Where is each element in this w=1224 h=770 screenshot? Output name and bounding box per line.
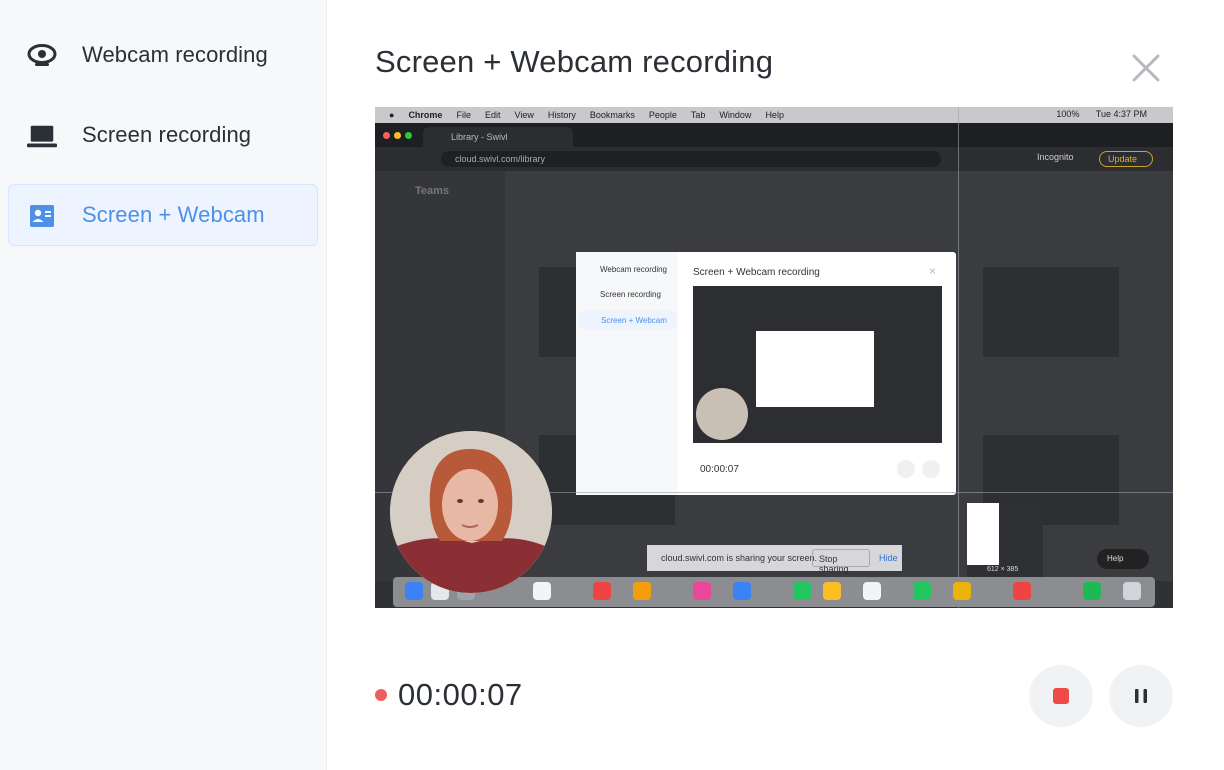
browser-addressbar: cloud.swivl.com/library Incognito Update [375, 147, 1173, 171]
mac-menubar: ● Chrome File Edit View History Bookmark… [375, 107, 1173, 123]
apple-icon: ● [389, 110, 395, 120]
sidebar-item-label: Screen + Webcam [82, 202, 265, 227]
stop-button[interactable] [1029, 665, 1093, 727]
sidebar-item-webcam-recording[interactable]: Webcam recording [8, 24, 318, 86]
webcam-bubble [390, 431, 552, 593]
url-field: cloud.swivl.com/library [441, 151, 941, 167]
recording-timer: 00:00:07 [398, 677, 523, 712]
screen-webcam-icon [27, 201, 57, 231]
help-button: Help [1097, 549, 1149, 569]
browser-tab: Library - Swivl [423, 127, 573, 147]
page-title: Screen + Webcam recording [375, 44, 774, 79]
close-button[interactable] [1126, 48, 1166, 88]
laptop-icon [27, 121, 57, 151]
close-icon [1132, 54, 1160, 82]
sidebar: Webcam recording Screen recording Screen… [0, 0, 327, 770]
webcam-icon [27, 41, 57, 71]
webcam-person-image [390, 431, 552, 593]
pause-button[interactable] [1109, 665, 1173, 727]
screen-preview: Teams ● Chrome File Edit View History Bo… [375, 107, 1173, 608]
pause-icon [1135, 689, 1147, 703]
sidebar-item-screen-recording[interactable]: Screen recording [8, 104, 318, 166]
inner-recording-modal: Webcam recording Screen recording Screen… [576, 252, 956, 495]
sidebar-item-label: Screen recording [82, 122, 252, 147]
app-title: Teams [415, 185, 450, 197]
sidebar-item-screen-webcam[interactable]: Screen + Webcam [8, 184, 318, 246]
selection-size-box: 612 × 385 [967, 503, 1043, 577]
recording-indicator [375, 689, 387, 701]
browser-tabbar: Library - Swivl [375, 123, 1173, 147]
stop-icon [1053, 688, 1069, 704]
sidebar-item-label: Webcam recording [82, 42, 268, 67]
screen-sharing-bar: cloud.swivl.com is sharing your screen. … [647, 545, 902, 574]
